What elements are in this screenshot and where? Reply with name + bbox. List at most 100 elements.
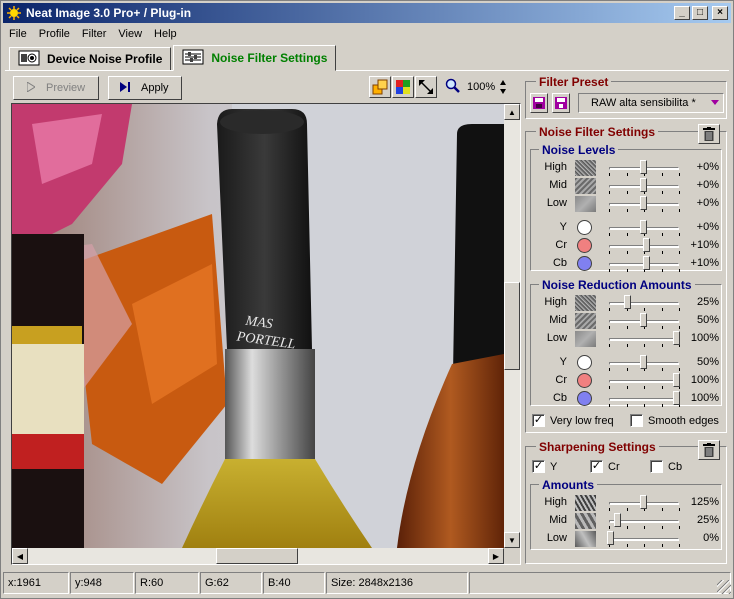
smooth-edges-check-box [630, 414, 643, 427]
channel-color-icon [577, 391, 592, 406]
slider-tick [626, 269, 628, 272]
slider-track[interactable] [609, 380, 679, 383]
fit-arrows-icon[interactable] [415, 76, 437, 98]
tab-noise-filter-settings[interactable]: Noise Filter Settings [173, 45, 337, 71]
slider-tick [661, 269, 663, 272]
horizontal-scroll-thumb[interactable] [216, 548, 298, 564]
resize-grip-icon[interactable] [717, 580, 731, 594]
image-viewer[interactable]: MAS PORTELL ▲ ▼ ◀ ▶ [11, 103, 521, 565]
slider-tick [661, 308, 663, 311]
slider-row: Mid +0% [533, 177, 719, 195]
slider-tick [661, 526, 663, 529]
slider-value: 25% [696, 514, 719, 526]
zoom-spinner[interactable] [499, 77, 507, 97]
smooth-edges-checkbox[interactable]: Smooth edges [630, 414, 719, 427]
slider-tick [644, 544, 645, 547]
preview-button[interactable]: Preview [13, 76, 99, 100]
maximize-button[interactable]: □ [692, 6, 708, 20]
profile-icon [18, 50, 40, 69]
reset-noise-trash-icon[interactable] [698, 124, 720, 144]
slider-tick [679, 209, 680, 212]
status-g: G:62 [200, 572, 262, 594]
sharpening-amounts-title: Amounts [539, 478, 597, 492]
slider-thumb[interactable] [640, 355, 647, 369]
slider-label: High [544, 496, 567, 508]
slider-thumb[interactable] [640, 313, 647, 327]
slider-tick [626, 508, 628, 511]
preset-dropdown[interactable]: RAW alta sensibilita * [578, 93, 724, 113]
slider-track[interactable] [609, 338, 679, 341]
minimize-button[interactable]: _ [674, 6, 690, 20]
slider-thumb[interactable] [607, 531, 614, 545]
tab-noise-filter-settings-label: Noise Filter Settings [211, 51, 328, 65]
sharpen-cb-checkbox[interactable]: Cb [650, 460, 682, 473]
slider-value: 50% [696, 356, 719, 368]
slider-value: 0% [703, 532, 719, 544]
close-button[interactable]: × [712, 6, 728, 20]
slider-track[interactable] [609, 538, 679, 541]
channel-color-icon [577, 355, 592, 370]
slider-track[interactable] [609, 398, 679, 401]
filter-settings-icon [182, 49, 204, 68]
vertical-scroll-thumb[interactable] [504, 282, 520, 370]
slider-tick [626, 386, 628, 389]
reset-sharpening-trash-icon[interactable] [698, 440, 720, 460]
scroll-right-icon[interactable]: ▶ [488, 548, 504, 564]
slider-track[interactable] [609, 302, 679, 305]
very-low-freq-checkbox[interactable]: ✓ Very low freq [532, 414, 614, 427]
channel-color-icon [577, 238, 592, 253]
title-bar[interactable]: Neat Image 3.0 Pro+ / Plug-in _ □ × [3, 3, 731, 23]
slider-label: Low [546, 532, 567, 544]
slider-thumb[interactable] [623, 295, 631, 309]
filter-preset-title: Filter Preset [536, 75, 612, 89]
slider-thumb[interactable] [640, 178, 647, 192]
slider-thumb[interactable] [643, 238, 651, 252]
slider-label: Y [559, 221, 567, 233]
magnifier-icon[interactable] [445, 78, 461, 97]
channel-color-icon [577, 256, 592, 271]
menu-filter[interactable]: Filter [76, 28, 112, 40]
scrollbar-corner [504, 548, 520, 564]
slider-thumb[interactable] [613, 513, 621, 527]
menu-file[interactable]: File [3, 28, 33, 40]
sharpen-cr-checkbox[interactable]: ✓ Cr [590, 460, 620, 473]
horizontal-scrollbar[interactable]: ◀ ▶ [12, 548, 504, 564]
overlap-view-icon[interactable] [369, 76, 391, 98]
sharpen-y-checkbox[interactable]: ✓ Y [532, 460, 557, 473]
slider-tick [661, 326, 663, 329]
apply-button[interactable]: Apply [108, 76, 182, 100]
slider-tick [679, 368, 680, 371]
menu-view[interactable]: View [112, 28, 148, 40]
status-bar: x:1961 y:948 R:60 G:62 B:40 Size: 2848x2… [3, 572, 731, 594]
status-y: y:948 [70, 572, 134, 594]
slider-thumb[interactable] [640, 220, 647, 234]
menu-help[interactable]: Help [148, 28, 183, 40]
slider-value: +10% [690, 257, 719, 269]
slider-thumb[interactable] [643, 256, 651, 270]
slider-row: Low 0% [533, 530, 719, 548]
sharp-high-swatch-icon [575, 495, 596, 511]
save-preset-icon[interactable] [552, 93, 570, 113]
scroll-left-icon[interactable]: ◀ [12, 548, 28, 564]
color-channels-icon[interactable] [392, 76, 414, 98]
vertical-scrollbar[interactable]: ▲ ▼ [504, 104, 520, 548]
slider-label: Mid [549, 179, 567, 191]
slider-thumb[interactable] [640, 160, 647, 174]
slider-label: Cb [552, 257, 567, 269]
slider-tick [609, 344, 610, 347]
tab-device-noise-profile[interactable]: Device Noise Profile [9, 47, 172, 71]
slider-thumb[interactable] [640, 196, 647, 210]
menu-profile[interactable]: Profile [33, 28, 76, 40]
status-r: R:60 [135, 572, 199, 594]
slider-tick [609, 173, 610, 176]
photo-preview[interactable]: MAS PORTELL [12, 104, 504, 548]
slider-label: Y [559, 356, 567, 368]
slider-row: High 25% [533, 294, 719, 312]
scroll-down-icon[interactable]: ▼ [504, 532, 520, 548]
scroll-up-icon[interactable]: ▲ [504, 104, 520, 120]
slider-label: Cr [555, 374, 567, 386]
noise-levels-group: Noise Levels High +0% Mid +0% Low +0% Y +0% Cr +1… [530, 143, 722, 272]
slider-thumb[interactable] [640, 495, 647, 509]
load-preset-icon[interactable] [530, 93, 548, 113]
slider-tick [679, 544, 680, 547]
